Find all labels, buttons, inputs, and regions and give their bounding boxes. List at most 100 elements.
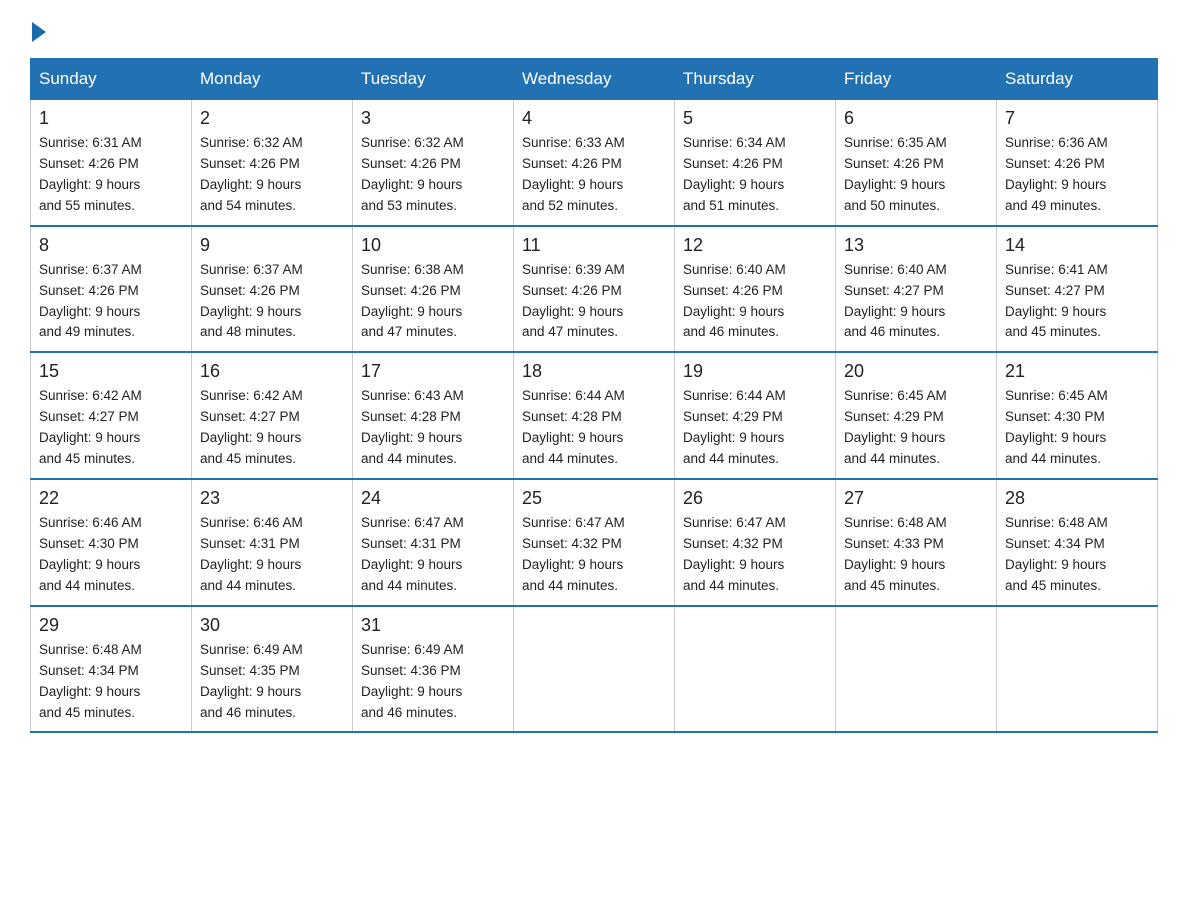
day-info: Sunrise: 6:46 AMSunset: 4:30 PMDaylight:… xyxy=(39,513,183,597)
day-number: 22 xyxy=(39,488,183,509)
day-number: 21 xyxy=(1005,361,1149,382)
week-row-5: 29 Sunrise: 6:48 AMSunset: 4:34 PMDaylig… xyxy=(31,606,1158,733)
day-number: 24 xyxy=(361,488,505,509)
calendar-cell: 3 Sunrise: 6:32 AMSunset: 4:26 PMDayligh… xyxy=(353,100,514,226)
day-number: 30 xyxy=(200,615,344,636)
week-row-3: 15 Sunrise: 6:42 AMSunset: 4:27 PMDaylig… xyxy=(31,352,1158,479)
calendar-cell: 12 Sunrise: 6:40 AMSunset: 4:26 PMDaylig… xyxy=(675,226,836,353)
day-info: Sunrise: 6:40 AMSunset: 4:27 PMDaylight:… xyxy=(844,260,988,344)
calendar-cell: 27 Sunrise: 6:48 AMSunset: 4:33 PMDaylig… xyxy=(836,479,997,606)
calendar-cell: 8 Sunrise: 6:37 AMSunset: 4:26 PMDayligh… xyxy=(31,226,192,353)
calendar-cell: 1 Sunrise: 6:31 AMSunset: 4:26 PMDayligh… xyxy=(31,100,192,226)
week-row-4: 22 Sunrise: 6:46 AMSunset: 4:30 PMDaylig… xyxy=(31,479,1158,606)
logo-arrow-icon xyxy=(32,22,46,42)
day-info: Sunrise: 6:48 AMSunset: 4:33 PMDaylight:… xyxy=(844,513,988,597)
day-info: Sunrise: 6:48 AMSunset: 4:34 PMDaylight:… xyxy=(39,640,183,724)
logo xyxy=(30,20,46,38)
calendar-cell: 30 Sunrise: 6:49 AMSunset: 4:35 PMDaylig… xyxy=(192,606,353,733)
calendar-cell: 31 Sunrise: 6:49 AMSunset: 4:36 PMDaylig… xyxy=(353,606,514,733)
day-info: Sunrise: 6:46 AMSunset: 4:31 PMDaylight:… xyxy=(200,513,344,597)
day-number: 25 xyxy=(522,488,666,509)
calendar-cell: 29 Sunrise: 6:48 AMSunset: 4:34 PMDaylig… xyxy=(31,606,192,733)
day-number: 16 xyxy=(200,361,344,382)
calendar-cell: 5 Sunrise: 6:34 AMSunset: 4:26 PMDayligh… xyxy=(675,100,836,226)
day-info: Sunrise: 6:49 AMSunset: 4:36 PMDaylight:… xyxy=(361,640,505,724)
calendar-cell: 10 Sunrise: 6:38 AMSunset: 4:26 PMDaylig… xyxy=(353,226,514,353)
day-number: 5 xyxy=(683,108,827,129)
calendar-cell: 17 Sunrise: 6:43 AMSunset: 4:28 PMDaylig… xyxy=(353,352,514,479)
day-number: 20 xyxy=(844,361,988,382)
page-header xyxy=(30,20,1158,38)
day-number: 29 xyxy=(39,615,183,636)
day-info: Sunrise: 6:43 AMSunset: 4:28 PMDaylight:… xyxy=(361,386,505,470)
calendar-cell: 6 Sunrise: 6:35 AMSunset: 4:26 PMDayligh… xyxy=(836,100,997,226)
column-header-wednesday: Wednesday xyxy=(514,59,675,100)
column-header-tuesday: Tuesday xyxy=(353,59,514,100)
day-info: Sunrise: 6:35 AMSunset: 4:26 PMDaylight:… xyxy=(844,133,988,217)
day-info: Sunrise: 6:47 AMSunset: 4:31 PMDaylight:… xyxy=(361,513,505,597)
calendar-cell: 9 Sunrise: 6:37 AMSunset: 4:26 PMDayligh… xyxy=(192,226,353,353)
day-number: 2 xyxy=(200,108,344,129)
column-header-monday: Monday xyxy=(192,59,353,100)
day-info: Sunrise: 6:33 AMSunset: 4:26 PMDaylight:… xyxy=(522,133,666,217)
day-number: 27 xyxy=(844,488,988,509)
day-info: Sunrise: 6:47 AMSunset: 4:32 PMDaylight:… xyxy=(522,513,666,597)
column-header-thursday: Thursday xyxy=(675,59,836,100)
day-number: 4 xyxy=(522,108,666,129)
column-header-sunday: Sunday xyxy=(31,59,192,100)
day-info: Sunrise: 6:32 AMSunset: 4:26 PMDaylight:… xyxy=(361,133,505,217)
calendar-cell: 20 Sunrise: 6:45 AMSunset: 4:29 PMDaylig… xyxy=(836,352,997,479)
day-info: Sunrise: 6:34 AMSunset: 4:26 PMDaylight:… xyxy=(683,133,827,217)
calendar-cell xyxy=(836,606,997,733)
day-number: 3 xyxy=(361,108,505,129)
header-row: SundayMondayTuesdayWednesdayThursdayFrid… xyxy=(31,59,1158,100)
day-number: 15 xyxy=(39,361,183,382)
day-info: Sunrise: 6:31 AMSunset: 4:26 PMDaylight:… xyxy=(39,133,183,217)
day-info: Sunrise: 6:42 AMSunset: 4:27 PMDaylight:… xyxy=(200,386,344,470)
day-number: 10 xyxy=(361,235,505,256)
day-info: Sunrise: 6:40 AMSunset: 4:26 PMDaylight:… xyxy=(683,260,827,344)
week-row-2: 8 Sunrise: 6:37 AMSunset: 4:26 PMDayligh… xyxy=(31,226,1158,353)
calendar-cell: 23 Sunrise: 6:46 AMSunset: 4:31 PMDaylig… xyxy=(192,479,353,606)
day-info: Sunrise: 6:41 AMSunset: 4:27 PMDaylight:… xyxy=(1005,260,1149,344)
day-info: Sunrise: 6:44 AMSunset: 4:28 PMDaylight:… xyxy=(522,386,666,470)
day-number: 7 xyxy=(1005,108,1149,129)
day-number: 8 xyxy=(39,235,183,256)
calendar-cell: 19 Sunrise: 6:44 AMSunset: 4:29 PMDaylig… xyxy=(675,352,836,479)
calendar-cell xyxy=(514,606,675,733)
column-header-friday: Friday xyxy=(836,59,997,100)
day-info: Sunrise: 6:47 AMSunset: 4:32 PMDaylight:… xyxy=(683,513,827,597)
day-number: 31 xyxy=(361,615,505,636)
calendar-cell: 2 Sunrise: 6:32 AMSunset: 4:26 PMDayligh… xyxy=(192,100,353,226)
day-number: 19 xyxy=(683,361,827,382)
calendar-table: SundayMondayTuesdayWednesdayThursdayFrid… xyxy=(30,58,1158,733)
day-info: Sunrise: 6:49 AMSunset: 4:35 PMDaylight:… xyxy=(200,640,344,724)
calendar-cell: 21 Sunrise: 6:45 AMSunset: 4:30 PMDaylig… xyxy=(997,352,1158,479)
day-number: 9 xyxy=(200,235,344,256)
day-info: Sunrise: 6:37 AMSunset: 4:26 PMDaylight:… xyxy=(200,260,344,344)
day-info: Sunrise: 6:32 AMSunset: 4:26 PMDaylight:… xyxy=(200,133,344,217)
calendar-cell: 26 Sunrise: 6:47 AMSunset: 4:32 PMDaylig… xyxy=(675,479,836,606)
day-info: Sunrise: 6:38 AMSunset: 4:26 PMDaylight:… xyxy=(361,260,505,344)
day-info: Sunrise: 6:48 AMSunset: 4:34 PMDaylight:… xyxy=(1005,513,1149,597)
calendar-cell: 7 Sunrise: 6:36 AMSunset: 4:26 PMDayligh… xyxy=(997,100,1158,226)
calendar-cell: 4 Sunrise: 6:33 AMSunset: 4:26 PMDayligh… xyxy=(514,100,675,226)
calendar-cell: 22 Sunrise: 6:46 AMSunset: 4:30 PMDaylig… xyxy=(31,479,192,606)
calendar-cell: 15 Sunrise: 6:42 AMSunset: 4:27 PMDaylig… xyxy=(31,352,192,479)
day-number: 13 xyxy=(844,235,988,256)
day-number: 23 xyxy=(200,488,344,509)
day-number: 11 xyxy=(522,235,666,256)
calendar-cell: 14 Sunrise: 6:41 AMSunset: 4:27 PMDaylig… xyxy=(997,226,1158,353)
calendar-cell xyxy=(997,606,1158,733)
day-info: Sunrise: 6:42 AMSunset: 4:27 PMDaylight:… xyxy=(39,386,183,470)
calendar-cell: 16 Sunrise: 6:42 AMSunset: 4:27 PMDaylig… xyxy=(192,352,353,479)
calendar-cell: 18 Sunrise: 6:44 AMSunset: 4:28 PMDaylig… xyxy=(514,352,675,479)
day-info: Sunrise: 6:37 AMSunset: 4:26 PMDaylight:… xyxy=(39,260,183,344)
day-number: 12 xyxy=(683,235,827,256)
day-number: 18 xyxy=(522,361,666,382)
day-number: 28 xyxy=(1005,488,1149,509)
day-number: 17 xyxy=(361,361,505,382)
day-info: Sunrise: 6:45 AMSunset: 4:30 PMDaylight:… xyxy=(1005,386,1149,470)
day-info: Sunrise: 6:44 AMSunset: 4:29 PMDaylight:… xyxy=(683,386,827,470)
calendar-cell: 28 Sunrise: 6:48 AMSunset: 4:34 PMDaylig… xyxy=(997,479,1158,606)
